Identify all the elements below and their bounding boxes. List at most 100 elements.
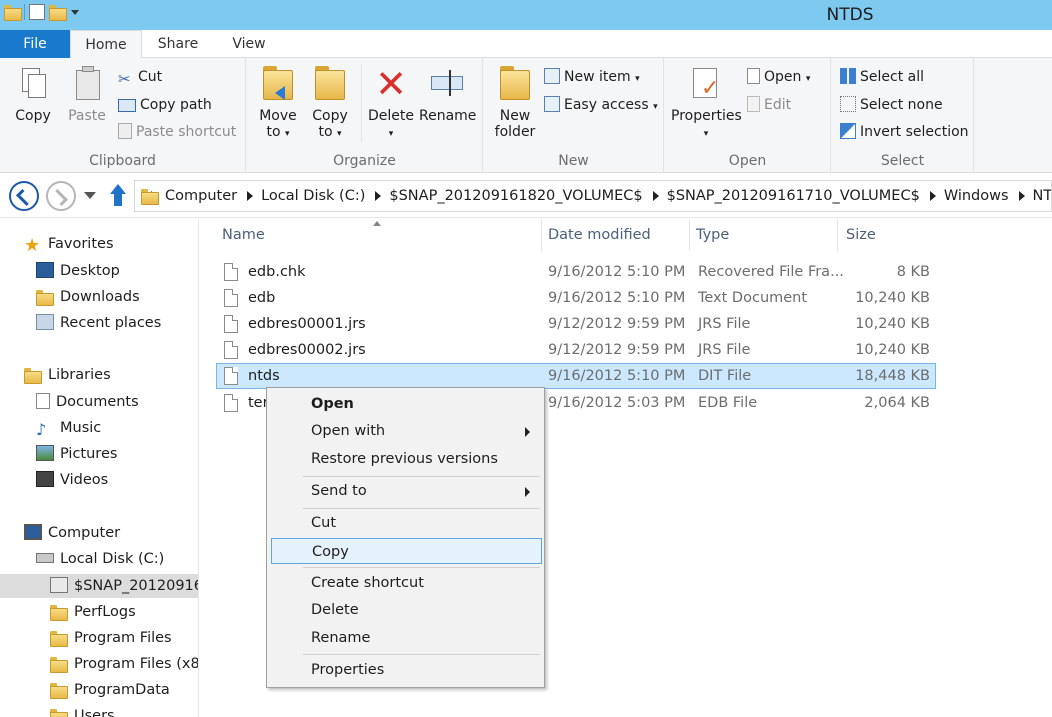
file-row[interactable]: edbres00001.jrs 9/12/2012 9:59 PM JRS Fi… <box>216 311 936 337</box>
column-header-size[interactable]: Size <box>840 219 940 251</box>
chevron-right-icon[interactable] <box>375 191 382 201</box>
new-item-button[interactable]: New item ▾ <box>544 66 640 88</box>
new-folder-label-1: New <box>499 108 531 124</box>
select-none-icon <box>840 96 856 112</box>
nav-pictures[interactable]: Pictures <box>36 442 117 466</box>
file-row-selected[interactable]: ntds 9/16/2012 5:10 PM DIT File 18,448 K… <box>216 363 936 389</box>
file-row[interactable]: edb.chk 9/16/2012 5:10 PM Recovered File… <box>216 259 936 285</box>
chevron-right-icon[interactable] <box>247 191 254 201</box>
paste-shortcut-button[interactable]: Paste shortcut <box>118 121 236 143</box>
select-all-button[interactable]: Select all <box>840 66 924 88</box>
nav-label: Videos <box>60 472 109 488</box>
recent-locations-chevron-icon[interactable] <box>84 192 96 199</box>
folder-icon <box>50 603 68 621</box>
nav-local-disk[interactable]: Local Disk (C:) <box>36 547 164 571</box>
properties-label: Properties <box>671 108 742 124</box>
menu-item-open[interactable]: Open <box>271 391 542 417</box>
clipboard-icon <box>72 64 102 104</box>
nav-downloads[interactable]: Downloads <box>36 285 140 309</box>
properties-button[interactable]: ✓ Properties ▾ <box>671 64 742 142</box>
nav-libraries[interactable]: Libraries <box>24 363 111 387</box>
nav-users[interactable]: Users <box>50 704 115 717</box>
menu-item-delete[interactable]: Delete <box>271 597 542 623</box>
breadcrumb[interactable]: Computer Local Disk (C:) $SNAP_201209161… <box>134 180 1052 212</box>
nav-snap[interactable]: $SNAP_201209161 <box>0 574 198 598</box>
copy-path-icon <box>118 99 136 112</box>
menu-item-open-with[interactable]: Open with <box>271 418 542 444</box>
menu-item-send-to[interactable]: Send to <box>271 478 542 504</box>
easy-access-label: Easy access <box>564 97 649 113</box>
breadcrumb-item[interactable]: Computer <box>165 188 237 204</box>
nav-label: Downloads <box>60 289 140 305</box>
move-to-label-2: to <box>266 124 281 140</box>
menu-item-properties[interactable]: Properties <box>271 657 542 683</box>
breadcrumb-item[interactable]: $SNAP_201209161820_VOLUMEC$ <box>389 188 642 204</box>
delete-button[interactable]: ✕ Delete ▾ <box>367 64 415 142</box>
select-none-label: Select none <box>860 97 943 113</box>
menu-item-create-shortcut[interactable]: Create shortcut <box>271 570 542 596</box>
invert-selection-button[interactable]: Invert selection <box>840 121 969 143</box>
column-header-type[interactable]: Type <box>690 219 838 251</box>
menu-item-restore-previous-versions[interactable]: Restore previous versions <box>271 446 542 472</box>
new-folder-button[interactable]: New folder <box>490 64 540 140</box>
cut-button[interactable]: ✂ Cut <box>118 66 162 88</box>
move-to-button[interactable]: Move to ▾ <box>255 64 301 142</box>
menu-item-copy[interactable]: Copy <box>271 538 542 564</box>
chevron-right-icon[interactable] <box>929 191 936 201</box>
nav-music[interactable]: ♪ Music <box>36 416 101 440</box>
tab-home[interactable]: Home <box>70 30 142 59</box>
open-button[interactable]: Open ▾ <box>747 66 810 88</box>
copy-icon <box>18 64 48 104</box>
nav-videos[interactable]: Videos <box>36 468 108 492</box>
menu-item-rename[interactable]: Rename <box>271 625 542 651</box>
edit-button[interactable]: Edit <box>747 94 791 116</box>
nav-label: Computer <box>48 525 121 541</box>
window-title: NTDS <box>826 5 874 25</box>
nav-documents[interactable]: Documents <box>36 390 139 414</box>
new-group: New folder New item ▾ Easy access ▾ New <box>484 58 664 173</box>
nav-computer[interactable]: Computer <box>24 521 120 545</box>
select-none-button[interactable]: Select none <box>840 94 943 116</box>
menu-item-cut[interactable]: Cut <box>271 510 542 536</box>
chevron-right-icon[interactable] <box>652 191 659 201</box>
copy-path-button[interactable]: Copy path <box>118 94 212 116</box>
breadcrumb-item[interactable]: Windows <box>944 188 1009 204</box>
nav-desktop[interactable]: Desktop <box>36 259 120 283</box>
paste-shortcut-label: Paste shortcut <box>136 124 237 140</box>
select-all-icon <box>840 68 856 84</box>
paste-button[interactable]: Paste <box>64 64 110 124</box>
copy-button[interactable]: Copy <box>10 64 56 124</box>
easy-access-button[interactable]: Easy access ▾ <box>544 94 658 116</box>
drive-icon <box>36 553 54 563</box>
tab-file[interactable]: File <box>0 30 70 58</box>
edit-icon <box>747 96 760 112</box>
file-row[interactable]: edbres00002.jrs 9/12/2012 9:59 PM JRS Fi… <box>216 337 936 363</box>
nav-program-files[interactable]: Program Files <box>50 626 172 650</box>
nav-recent-places[interactable]: Recent places <box>36 311 161 335</box>
cut-label: Cut <box>138 69 163 85</box>
back-arrow-icon[interactable] <box>9 181 39 211</box>
dropdown-icon: ▾ <box>653 102 658 112</box>
forward-arrow-icon[interactable] <box>46 181 76 211</box>
nav-program-files-x86[interactable]: Program Files (x86 <box>50 652 198 676</box>
file-size: 10,240 KB <box>855 342 930 358</box>
tab-view[interactable]: View <box>215 30 283 58</box>
copy-to-button[interactable]: Copy to ▾ <box>307 64 353 142</box>
column-header-date[interactable]: Date modified <box>542 219 690 251</box>
file-date: 9/16/2012 5:03 PM <box>548 395 686 411</box>
delete-label: Delete <box>368 108 414 124</box>
nav-favorites[interactable]: ★ Favorites <box>24 232 114 256</box>
rename-button[interactable]: Rename <box>419 64 476 124</box>
file-icon <box>224 394 238 412</box>
copy-to-icon <box>313 64 347 104</box>
nav-perflogs[interactable]: PerfLogs <box>50 600 136 624</box>
breadcrumb-item[interactable]: $SNAP_201209161710_VOLUMEC$ <box>667 188 920 204</box>
chevron-right-icon[interactable] <box>1018 191 1025 201</box>
tab-share[interactable]: Share <box>146 30 210 58</box>
file-row[interactable]: edb 9/16/2012 5:10 PM Text Document 10,2… <box>216 285 936 311</box>
up-arrow-icon[interactable] <box>108 184 128 208</box>
breadcrumb-item[interactable]: NTDS <box>1033 188 1051 204</box>
breadcrumb-item[interactable]: Local Disk (C:) <box>261 188 365 204</box>
nav-program-data[interactable]: ProgramData <box>50 678 170 702</box>
column-header-name[interactable]: Name <box>216 219 542 251</box>
